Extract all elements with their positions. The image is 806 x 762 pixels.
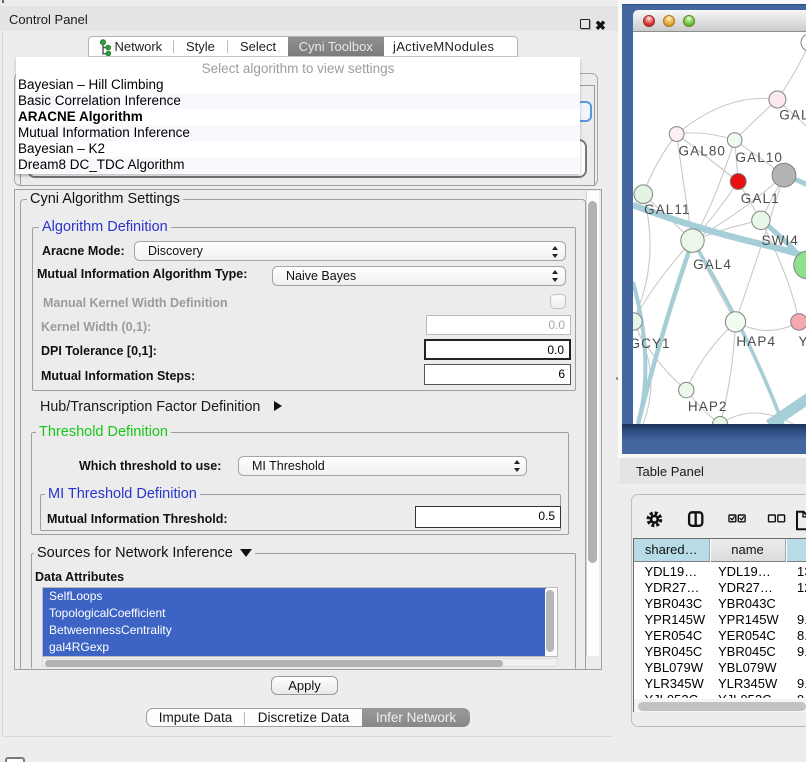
svg-text:Y: Y — [799, 334, 806, 349]
svg-text:GAL80: GAL80 — [679, 143, 727, 158]
svg-text:HAP2: HAP2 — [688, 399, 728, 414]
svg-text:GAL10: GAL10 — [736, 150, 784, 165]
svg-text:HAP4: HAP4 — [736, 334, 776, 349]
svg-text:GAL1: GAL1 — [741, 191, 780, 206]
svg-text:SWI4: SWI4 — [762, 233, 799, 248]
svg-text:GAL4: GAL4 — [693, 257, 732, 272]
svg-text:GAL2: GAL2 — [779, 107, 806, 122]
svg-text:GAL11: GAL11 — [644, 202, 691, 217]
svg-text:GCY1: GCY1 — [633, 336, 671, 351]
